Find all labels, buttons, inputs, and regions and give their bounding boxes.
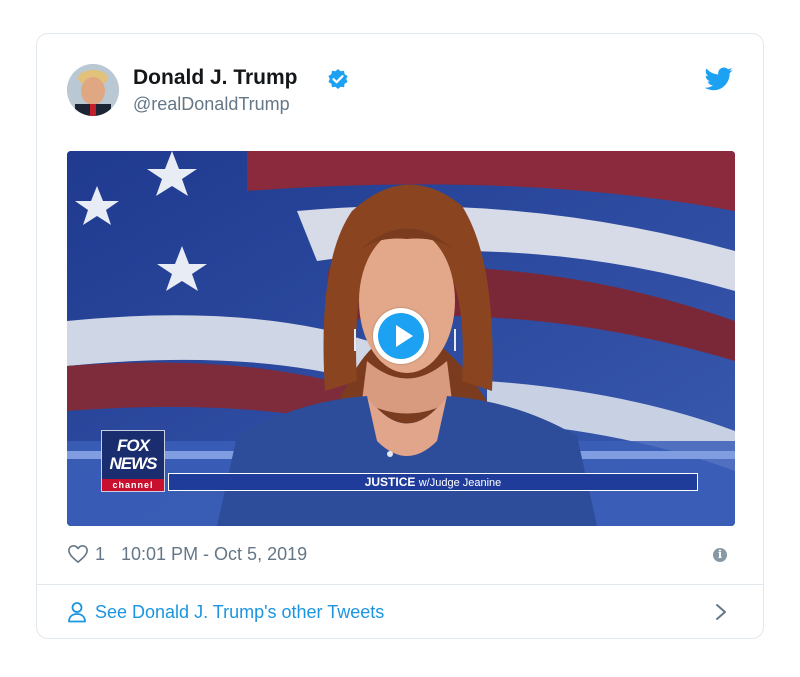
like-count[interactable]: 1 bbox=[95, 544, 105, 565]
heart-icon[interactable] bbox=[67, 544, 89, 564]
see-other-tweets-label: See Donald J. Trump's other Tweets bbox=[95, 601, 385, 622]
chevron-right-icon[interactable] bbox=[715, 603, 727, 621]
info-icon[interactable]: i bbox=[713, 548, 727, 562]
author-handle[interactable]: @realDonaldTrump bbox=[133, 94, 290, 115]
author-name[interactable]: Donald J. Trump bbox=[133, 66, 298, 90]
play-button[interactable] bbox=[373, 308, 429, 364]
play-icon bbox=[396, 325, 413, 347]
twitter-bird-icon[interactable] bbox=[705, 67, 733, 91]
network-logo: FOX NEWS channel bbox=[101, 430, 165, 492]
show-host: w/Judge Jeanine bbox=[418, 477, 502, 489]
tweet-meta: 1 10:01 PM - Oct 5, 2019 bbox=[67, 542, 307, 566]
timestamp[interactable]: 10:01 PM - Oct 5, 2019 bbox=[121, 544, 307, 565]
avatar[interactable] bbox=[67, 64, 119, 116]
lower-third-banner: JUSTICE w/Judge Jeanine bbox=[168, 473, 698, 491]
divider bbox=[37, 584, 763, 585]
verified-badge-icon bbox=[328, 69, 348, 89]
show-title: JUSTICE bbox=[364, 475, 416, 489]
person-icon bbox=[68, 602, 86, 623]
video-player[interactable]: FOX NEWS channel JUSTICE w/Judge Jeanine bbox=[67, 151, 735, 526]
see-other-tweets-link[interactable]: See Donald J. Trump's other Tweets bbox=[67, 600, 384, 624]
tweet-card: Donald J. Trump @realDonaldTrump FOX NEW… bbox=[36, 33, 764, 639]
